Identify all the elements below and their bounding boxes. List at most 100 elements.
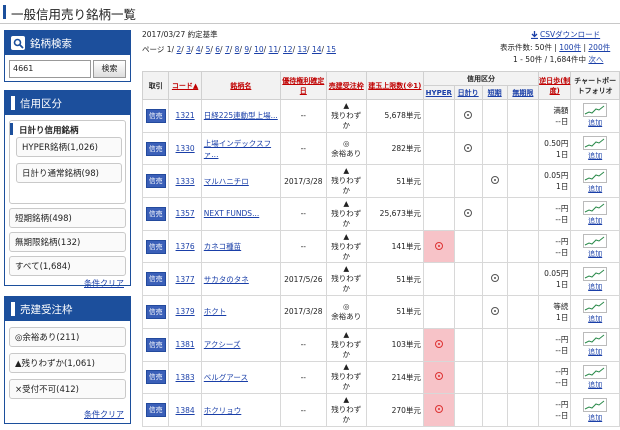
col-code[interactable]: コード▲ <box>168 71 202 100</box>
page-link[interactable]: 13 <box>297 45 307 54</box>
stock-code-link[interactable]: 1376 <box>176 242 195 251</box>
chart-thumbnail-icon[interactable] <box>583 168 608 183</box>
chart-thumbnail-icon[interactable] <box>583 364 608 379</box>
sell-button[interactable]: 信売 <box>145 304 166 319</box>
clear-credit-filter-link[interactable]: 条件クリア <box>84 278 124 289</box>
quota-text: 残りわずか <box>331 110 362 130</box>
filter-unlimited[interactable]: 無期限銘柄(132) <box>9 232 126 252</box>
fee-amount: --円 <box>555 400 569 410</box>
add-portfolio-link[interactable]: 追加 <box>588 119 602 127</box>
sell-button[interactable]: 信売 <box>145 272 166 287</box>
quota-filter-ample[interactable]: ◎余裕あり(211) <box>9 327 126 347</box>
chart-thumbnail-icon[interactable] <box>583 266 608 281</box>
chart-thumbnail-icon[interactable] <box>583 332 608 347</box>
stock-code-link[interactable]: 1377 <box>176 275 195 284</box>
fee-amount: --円 <box>555 236 569 246</box>
add-portfolio-link[interactable]: 追加 <box>588 152 602 160</box>
chart-thumbnail-icon[interactable] <box>583 103 608 118</box>
col-name[interactable]: 銘柄名 <box>200 71 281 100</box>
filter-daily-normal[interactable]: 日計り通常銘柄(98) <box>16 163 122 183</box>
stock-code-link[interactable]: 1381 <box>176 340 195 349</box>
fee-cell: 等続 1日 <box>538 295 572 329</box>
sell-button[interactable]: 信売 <box>145 403 166 418</box>
quota-filter-few[interactable]: ▲残りわずか(1,061) <box>9 353 126 373</box>
add-portfolio-link[interactable]: 追加 <box>588 185 602 193</box>
stock-code-link[interactable]: 1379 <box>176 307 195 316</box>
unlimited-cell <box>506 197 540 231</box>
sell-button[interactable]: 信売 <box>145 337 166 352</box>
quota-cell: ◎ 余裕あり <box>325 131 367 166</box>
add-portfolio-link[interactable]: 追加 <box>588 348 602 356</box>
filter-short-term[interactable]: 短期銘柄(498) <box>9 208 126 228</box>
add-portfolio-link[interactable]: 追加 <box>588 381 602 389</box>
stock-name-link[interactable]: サカタのタネ <box>204 275 249 284</box>
add-portfolio-link[interactable]: 追加 <box>588 414 602 422</box>
stock-name-link[interactable]: マルハニチロ <box>204 177 249 186</box>
display-200-link[interactable]: 200件 <box>588 43 610 52</box>
col-unlimited[interactable]: 無期限 <box>506 85 540 100</box>
clear-quota-filter-link[interactable]: 条件クリア <box>84 409 124 420</box>
sell-button[interactable]: 信売 <box>145 108 166 123</box>
stock-name-link[interactable]: カネコ種苗 <box>204 242 241 251</box>
col-fee[interactable]: 逆日歩(制度) <box>538 71 572 100</box>
col-hyper[interactable]: HYPER <box>422 85 455 100</box>
category-mark-icon <box>464 208 473 217</box>
sell-button[interactable]: 信売 <box>145 239 166 254</box>
col-short[interactable]: 短期 <box>481 85 508 100</box>
quota-text: 残りわずか <box>331 274 362 294</box>
sell-button[interactable]: 信売 <box>145 174 166 189</box>
hyper-cell <box>422 360 455 395</box>
chart-thumbnail-icon[interactable] <box>583 397 608 412</box>
stock-name-link[interactable]: ベルグアース <box>204 373 248 382</box>
table-row: 信売 1333 マルハニチロ 2017/3/28 ▲ 残りわずか 51単元 0.05円 1日 追加 <box>141 164 620 199</box>
csv-download-label[interactable]: CSVダウンロード <box>540 29 600 40</box>
col-priority-date[interactable]: 優待権利確定日 <box>279 71 327 100</box>
stock-search-input[interactable]: 4661 <box>9 60 91 78</box>
stock-name-link[interactable]: NEXT FUNDS... <box>204 209 259 218</box>
page-link[interactable]: 11 <box>269 45 279 54</box>
stock-name-link[interactable]: ホクリョウ <box>204 406 242 415</box>
trade-cell: 信売 <box>141 229 170 264</box>
add-portfolio-link[interactable]: 追加 <box>588 283 602 291</box>
credit-category-header: 信用区分 <box>5 91 130 115</box>
stock-name-link[interactable]: アクシーズ <box>204 340 241 349</box>
page-link[interactable]: 10 <box>254 45 264 54</box>
stock-code-link[interactable]: 1357 <box>176 209 195 218</box>
csv-download-link[interactable]: CSVダウンロード <box>531 29 600 40</box>
chart-thumbnail-icon[interactable] <box>583 201 608 216</box>
filter-all[interactable]: すべて(1,684) <box>9 256 126 276</box>
add-portfolio-link[interactable]: 追加 <box>588 315 602 323</box>
chart-thumbnail-icon[interactable] <box>583 234 608 249</box>
add-portfolio-link[interactable]: 追加 <box>588 250 602 258</box>
chart-thumbnail-icon[interactable] <box>583 299 608 314</box>
stock-code-link[interactable]: 1384 <box>176 406 195 415</box>
daily-cell <box>453 360 483 395</box>
stock-name-link[interactable]: 上場インデックスファ... <box>204 139 271 159</box>
sell-button[interactable]: 信売 <box>145 141 166 156</box>
sell-button[interactable]: 信売 <box>145 370 166 385</box>
stock-code-link[interactable]: 1383 <box>176 373 195 382</box>
col-limit[interactable]: 建玉上限数(※1) <box>365 71 424 100</box>
quota-filter-unavailable[interactable]: ×受付不可(412) <box>9 379 126 399</box>
page-link[interactable]: 14 <box>312 45 322 54</box>
col-sell-quota[interactable]: 売建受注枠 <box>325 71 367 100</box>
group-marker <box>10 123 13 135</box>
next-page-link[interactable]: 次へ <box>588 55 603 64</box>
chart-thumbnail-icon[interactable] <box>583 136 608 151</box>
quota-text: 残りわずか <box>331 405 362 425</box>
display-100-link[interactable]: 100件 <box>559 43 581 52</box>
add-portfolio-link[interactable]: 追加 <box>588 217 602 225</box>
stock-code-link[interactable]: 1333 <box>176 177 195 186</box>
col-daily[interactable]: 日計り <box>453 85 483 100</box>
stock-code-link[interactable]: 1330 <box>176 144 195 153</box>
page-link[interactable]: 15 <box>326 45 336 54</box>
filter-hyper[interactable]: HYPER銘柄(1,026) <box>16 137 122 157</box>
sell-button[interactable]: 信売 <box>145 206 166 221</box>
stock-code-link[interactable]: 1321 <box>176 111 195 120</box>
stock-name-link[interactable]: 日経225連動型上場... <box>204 111 278 120</box>
search-panel-title: 銘柄検索 <box>30 37 72 50</box>
quota-text: 余裕あり <box>331 311 362 321</box>
page-link[interactable]: 12 <box>283 45 293 54</box>
search-button[interactable]: 検索 <box>93 60 126 78</box>
stock-name-link[interactable]: ホクト <box>204 307 227 316</box>
